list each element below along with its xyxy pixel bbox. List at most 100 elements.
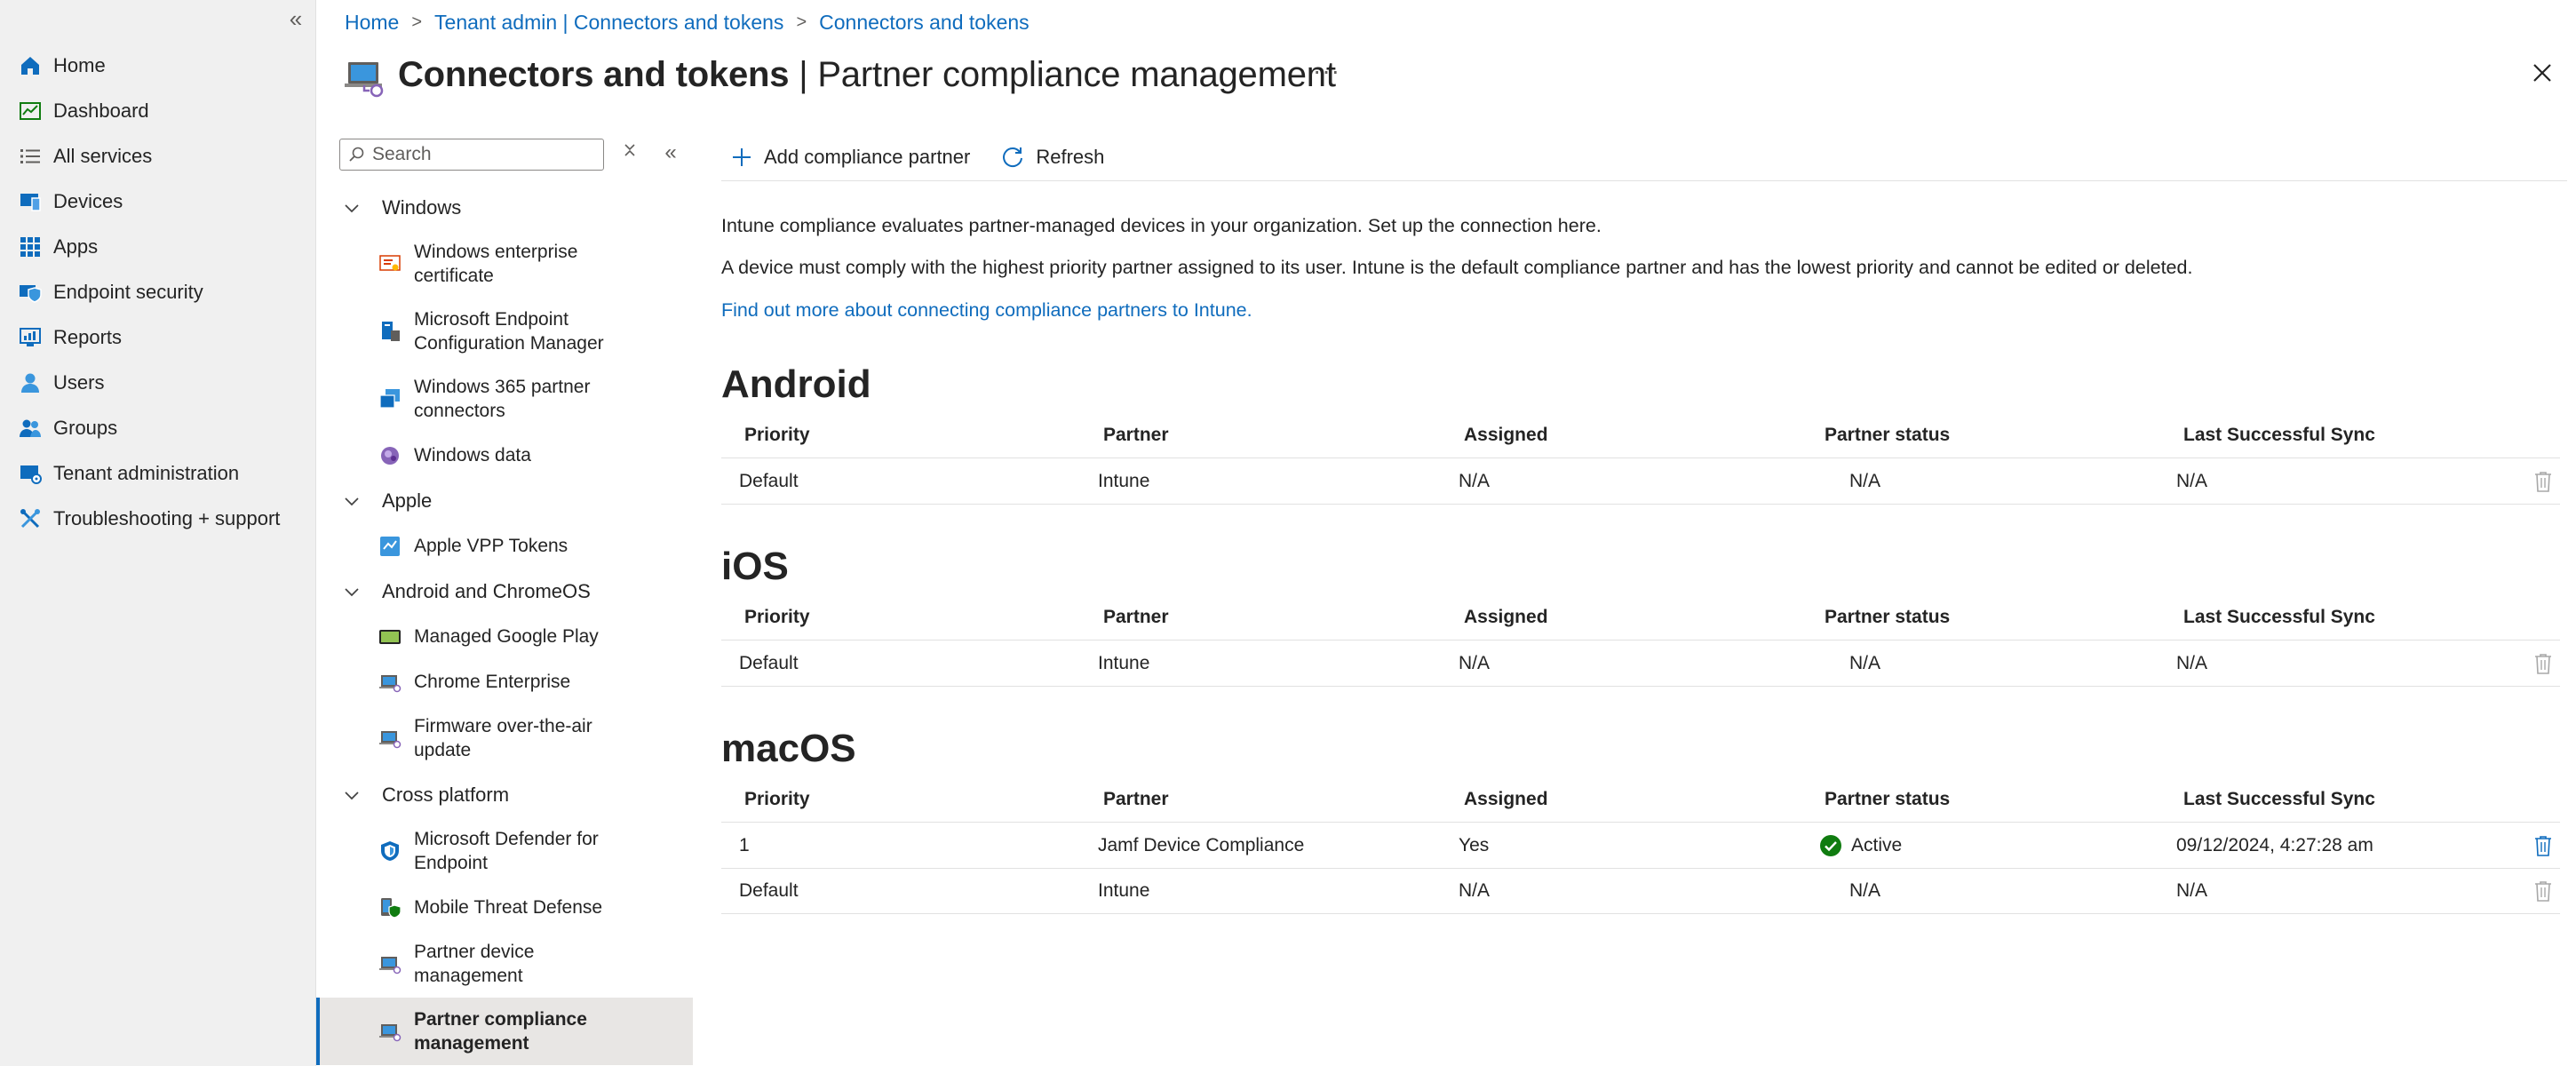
priority-cell: Default [739,471,799,491]
column-header[interactable]: Partner [1103,776,1169,822]
table-row[interactable]: Default Intune N/A N/A N/A [721,641,2560,687]
description-text: Intune compliance evaluates partner-mana… [721,215,1602,236]
column-header[interactable]: Last Successful Sync [2183,776,2375,822]
status-cell: N/A [1849,471,1881,491]
delete-icon[interactable] [2530,869,2556,913]
nav-item-all-services[interactable]: All services [0,133,316,179]
delete-icon[interactable] [2530,823,2556,868]
dashboard-icon [16,97,44,125]
assigned-cell: Yes [1459,835,1490,855]
plus-icon [733,147,751,166]
nav-item-users[interactable]: Users [0,360,316,405]
table-row[interactable]: Default Intune N/A N/A N/A [721,869,2560,914]
menu-tree: Windows Windows enterprise certificate M… [316,185,693,1065]
collapse-menu-icon[interactable]: « [657,140,684,167]
breadcrumb-separator-icon: > [796,12,807,32]
menu-group-android-chromeos[interactable]: Android and ChromeOS [316,569,693,614]
menu-item-apple-vpp-tokens[interactable]: Apple VPP Tokens [316,523,693,569]
column-header[interactable]: Priority [744,412,810,457]
nav-item-label: Troubleshooting + support [53,506,281,529]
column-header[interactable]: Priority [744,594,810,640]
menu-item-partner-device-management[interactable]: Partner device management [316,930,693,998]
menu-item-label: Managed Google Play [414,626,599,647]
menu-item-label: Windows data [414,445,531,465]
nav-item-troubleshooting[interactable]: Troubleshooting + support [0,496,316,541]
menu-item-label: Microsoft Endpoint Configuration Manager [414,309,604,354]
delete-icon[interactable] [2530,641,2556,686]
column-header[interactable]: Partner [1103,412,1169,457]
column-header[interactable]: Partner [1103,594,1169,640]
nav-item-groups[interactable]: Groups [0,405,316,450]
menu-group-apple[interactable]: Apple [316,478,693,523]
status-badge: Active [1819,834,1902,857]
page-title-main: Connectors and tokens [398,54,790,94]
clear-search-icon[interactable] [616,140,643,167]
menu-item-label: Apple VPP Tokens [414,536,568,556]
menu-item-windows-enterprise-certificate[interactable]: Windows enterprise certificate [316,230,693,298]
menu-item-managed-google-play[interactable]: Managed Google Play [316,614,693,659]
add-compliance-partner-button[interactable]: Add compliance partner [721,146,970,169]
firmware-update-icon [379,731,402,749]
nav-item-devices[interactable]: Devices [0,179,316,224]
assigned-cell: N/A [1459,653,1491,673]
google-play-icon [379,629,401,644]
table-header: Priority Partner Assigned Partner status… [721,776,2560,823]
menu-group-cross-platform[interactable]: Cross platform [316,772,693,817]
wrench-icon [16,505,44,533]
breadcrumb-home[interactable]: Home [345,11,399,35]
chevron-down-icon [345,587,359,596]
menu-group-label: Android and ChromeOS [382,579,591,602]
nav-item-tenant-administration[interactable]: Tenant administration [0,450,316,496]
search-input[interactable] [372,144,594,165]
column-header[interactable]: Last Successful Sync [2183,594,2375,640]
collapse-nav-icon[interactable]: « [282,5,309,32]
menu-item-chrome-enterprise[interactable]: Chrome Enterprise [316,659,693,704]
nav-item-apps[interactable]: Apps [0,224,316,269]
column-header[interactable]: Last Successful Sync [2183,412,2375,457]
nav-item-home[interactable]: Home [0,43,316,88]
close-icon[interactable] [2524,55,2560,91]
column-header[interactable]: Partner status [1825,594,1950,640]
nav-item-reports[interactable]: Reports [0,314,316,360]
more-options-button[interactable]: ··· [1313,57,1340,85]
menu-item-windows-data[interactable]: Windows data [316,433,693,478]
column-header[interactable]: Partner status [1825,776,1950,822]
table-row[interactable]: Default Intune N/A N/A N/A [721,459,2560,505]
menu-item-defender-for-endpoint[interactable]: Microsoft Defender for Endpoint [316,817,693,885]
nav-item-dashboard[interactable]: Dashboard [0,88,316,133]
nav-item-label: Devices [53,189,123,212]
breadcrumb: Home > Tenant admin | Connectors and tok… [345,11,1030,35]
section-title-android: Android [721,362,871,406]
column-header[interactable]: Assigned [1464,412,1548,457]
column-header[interactable]: Assigned [1464,594,1548,640]
sync-cell: 09/12/2024, 4:27:28 am [2176,835,2373,855]
menu-item-windows-365-partner-connectors[interactable]: Windows 365 partner connectors [316,365,693,433]
table-header: Priority Partner Assigned Partner status… [721,412,2560,458]
nav-item-label: Tenant administration [53,461,240,484]
menu-group-label: Cross platform [382,783,510,806]
refresh-button[interactable]: Refresh [991,145,1104,170]
section-title-macos: macOS [721,727,856,770]
menu-item-firmware-ota-update[interactable]: Firmware over-the-air update [316,704,693,772]
menu-item-configuration-manager[interactable]: Microsoft Endpoint Configuration Manager [316,298,693,365]
menu-item-partner-compliance-management[interactable]: Partner compliance management [316,998,693,1065]
table-row[interactable]: 1 Jamf Device Compliance Yes Active 09/1… [721,823,2560,869]
breadcrumb-tenant-admin[interactable]: Tenant admin | Connectors and tokens [434,11,783,35]
delete-icon[interactable] [2530,459,2556,504]
column-header[interactable]: Partner status [1825,412,1950,457]
menu-item-mobile-threat-defense[interactable]: Mobile Threat Defense [316,885,693,930]
status-cell: N/A [1849,880,1881,901]
column-header[interactable]: Priority [744,776,810,822]
learn-more-link[interactable]: Find out more about connecting complianc… [721,299,1252,322]
nav-item-label: Groups [53,416,118,439]
list-icon [16,142,44,171]
menu-item-label: Mobile Threat Defense [414,897,603,918]
breadcrumb-connectors[interactable]: Connectors and tokens [819,11,1030,35]
menu-group-windows[interactable]: Windows [316,185,693,230]
nav-item-endpoint-security[interactable]: Endpoint security [0,269,316,314]
nav-item-label: All services [53,144,153,167]
add-compliance-partner-label: Add compliance partner [764,145,971,168]
nav-item-label: Home [53,53,106,76]
partner-cell: Intune [1098,880,1150,901]
column-header[interactable]: Assigned [1464,776,1548,822]
